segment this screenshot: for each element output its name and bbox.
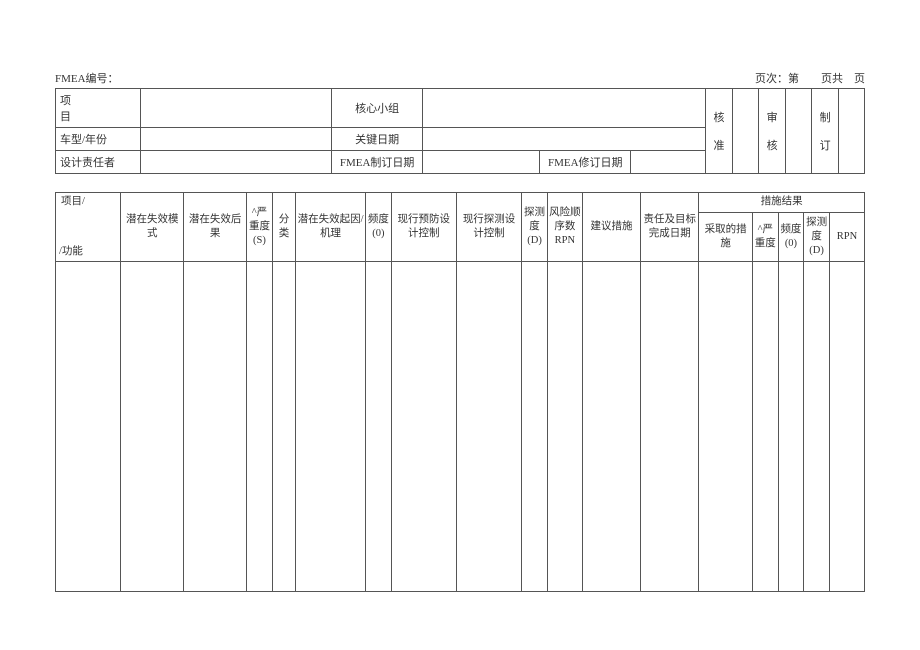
info-owner-value[interactable] (140, 151, 331, 174)
info-model-label: 车型/年份 (56, 128, 141, 151)
info-created-label: FMEA制订日期 (332, 151, 423, 174)
table-row (56, 262, 865, 592)
th-result-group: 措施结果 (699, 193, 865, 213)
info-table: 项 目 核心小组 核准 审核 制订 车型/年份 关键日期 设计责任者 (55, 88, 865, 174)
cell-cause[interactable] (296, 262, 366, 592)
th-failure-mode: 潜在失效模式 (121, 193, 184, 262)
page-number-label: 页次：第 页共 页 (755, 70, 865, 86)
info-make-col: 制订 (811, 89, 839, 174)
th-cause: 潜在失效起因/机理 (296, 193, 366, 262)
th-class: 分类 (272, 193, 295, 262)
th-detection-ctrl: 现行探测设计控制 (456, 193, 521, 262)
cell-prev[interactable] (391, 262, 456, 592)
info-owner-label: 设计责任者 (56, 151, 141, 174)
cell-rrpn[interactable] (829, 262, 864, 592)
info-team-value[interactable] (423, 89, 705, 128)
info-keydate-value[interactable] (423, 128, 705, 151)
info-team-label: 核心小组 (332, 89, 423, 128)
cell-rpn[interactable] (547, 262, 582, 592)
cell-effect[interactable] (184, 262, 247, 592)
info-approve-value[interactable] (733, 89, 758, 174)
th-detection: 探测度(D) (522, 193, 548, 262)
info-review-value[interactable] (786, 89, 811, 174)
info-project-label: 项 目 (56, 89, 141, 128)
th-severity: ^严重度(S) (247, 193, 273, 262)
fmea-table: 项目/ /功能 潜在失效模式 潜在失效后果 ^严重度(S) 分类 潜在失效起因/… (55, 192, 865, 592)
th-result-detection: 探测度(D) (804, 212, 830, 261)
info-revised-label: FMEA修订日期 (540, 151, 631, 174)
th-occurrence: 频度(0) (366, 193, 392, 262)
cell-detctrl[interactable] (456, 262, 521, 592)
th-result-occurrence: 频度(0) (778, 212, 804, 261)
th-action-taken: 采取的措施 (699, 212, 753, 261)
cell-resp[interactable] (641, 262, 699, 592)
cell-item[interactable] (56, 262, 121, 592)
info-approve-col: 核准 (705, 89, 733, 174)
cell-rsev[interactable] (752, 262, 778, 592)
top-labels: FMEA编号： 页次：第 页共 页 (55, 70, 865, 86)
th-result-severity: ^严重度 (752, 212, 778, 261)
fmea-number-label: FMEA编号： (55, 70, 119, 86)
th-failure-effect: 潜在失效后果 (184, 193, 247, 262)
info-review-col: 审核 (758, 89, 786, 174)
cell-det[interactable] (522, 262, 548, 592)
cell-rec[interactable] (582, 262, 640, 592)
info-model-value[interactable] (140, 128, 331, 151)
th-item-function: 项目/ /功能 (56, 193, 121, 262)
info-keydate-label: 关键日期 (332, 128, 423, 151)
th-responsibility: 责任及目标完成日期 (641, 193, 699, 262)
th-recommend: 建议措施 (582, 193, 640, 262)
info-make-value[interactable] (839, 89, 865, 174)
th-prevention: 现行预防设计控制 (391, 193, 456, 262)
cell-class[interactable] (272, 262, 295, 592)
cell-sev[interactable] (247, 262, 273, 592)
cell-mode[interactable] (121, 262, 184, 592)
info-revised-value[interactable] (631, 151, 705, 174)
info-project-value[interactable] (140, 89, 331, 128)
cell-rdet[interactable] (804, 262, 830, 592)
th-result-rpn: RPN (829, 212, 864, 261)
info-created-value[interactable] (423, 151, 540, 174)
cell-taken[interactable] (699, 262, 753, 592)
th-rpn: 风险顺序数RPN (547, 193, 582, 262)
cell-occ[interactable] (366, 262, 392, 592)
cell-rocc[interactable] (778, 262, 804, 592)
